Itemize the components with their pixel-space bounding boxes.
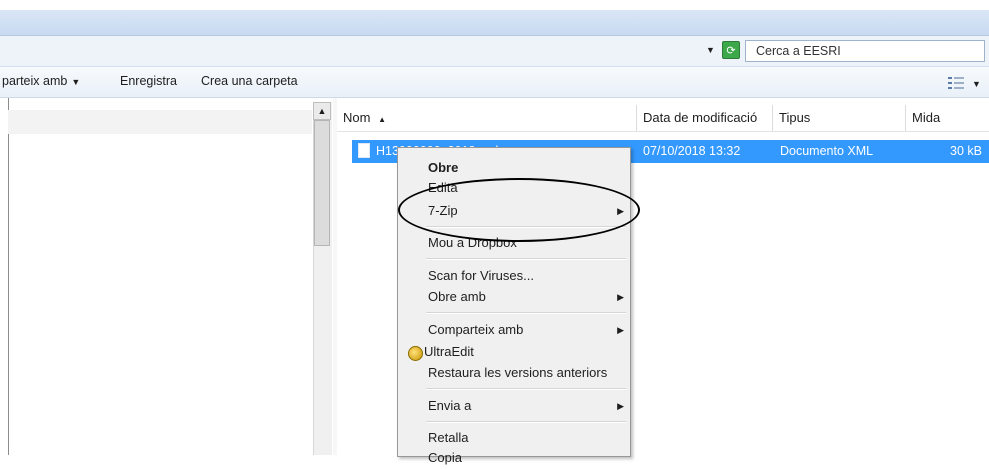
menu-item-restore-versions-label: Restaura les versions anteriors: [428, 365, 608, 380]
navigation-pane[interactable]: [8, 98, 333, 455]
submenu-arrow-icon: ▶: [617, 325, 624, 335]
menu-separator: [426, 421, 626, 423]
navigation-pane-header: [8, 110, 312, 134]
search-placeholder: Cerca a EESRI: [756, 44, 841, 58]
share-with-button[interactable]: parteix amb ▼: [2, 74, 80, 88]
menu-item-open-with[interactable]: Obre amb ▶: [398, 286, 630, 308]
refresh-icon[interactable]: ⟳: [722, 41, 740, 59]
view-options-icon[interactable]: [948, 77, 964, 89]
file-modified: 07/10/2018 13:32: [643, 144, 741, 158]
menu-item-open[interactable]: Obre: [398, 157, 630, 179]
share-with-label: parteix amb: [2, 74, 68, 88]
pane-splitter[interactable]: [333, 98, 337, 455]
menu-item-scan-viruses[interactable]: Scan for Viruses...: [398, 265, 630, 287]
menu-item-open-with-label: Obre amb: [428, 289, 486, 304]
menu-item-copy-label: Copia: [428, 450, 462, 465]
highlight-ellipse: [398, 178, 640, 242]
save-button[interactable]: Enregistra: [120, 74, 177, 88]
menu-item-cut-label: Retalla: [428, 430, 469, 445]
view-chevron-down-icon[interactable]: ▼: [972, 79, 981, 89]
menu-item-send-to[interactable]: Envia a ▶: [398, 395, 630, 417]
column-header-row: Nom ▲ Data de modificació Tipus Mida: [337, 105, 989, 132]
column-header-name-label: Nom: [343, 110, 371, 125]
sort-ascending-icon: ▲: [378, 115, 386, 124]
scroll-up-arrow-icon[interactable]: ▲: [313, 102, 331, 120]
menu-item-scan-viruses-label: Scan for Viruses...: [428, 268, 534, 283]
menu-item-ultraedit-label: UltraEdit: [424, 344, 474, 359]
menu-separator: [426, 388, 626, 390]
menu-item-send-to-label: Envia a: [428, 398, 472, 413]
column-header-type[interactable]: Tipus: [773, 105, 906, 131]
submenu-arrow-icon: ▶: [617, 401, 624, 411]
address-dropdown-arrow[interactable]: ▼: [706, 45, 715, 55]
column-header-modified[interactable]: Data de modificació: [637, 105, 773, 131]
search-input[interactable]: Cerca a EESRI: [745, 40, 985, 62]
menu-separator: [426, 258, 626, 260]
menu-item-copy[interactable]: Copia: [398, 447, 630, 469]
ultraedit-icon: [408, 346, 423, 361]
chevron-down-icon: ▼: [71, 77, 81, 87]
menu-item-share-with[interactable]: Comparteix amb ▶: [398, 319, 630, 341]
menu-item-cut[interactable]: Retalla: [398, 427, 630, 449]
file-type: Documento XML: [780, 144, 874, 158]
menu-item-open-label: Obre: [428, 160, 459, 175]
xml-file-icon: [358, 143, 370, 158]
file-size: 30 kB: [950, 144, 982, 158]
scrollbar-thumb[interactable]: [314, 120, 330, 246]
column-header-size[interactable]: Mida: [906, 105, 989, 131]
menu-item-restore-versions[interactable]: Restaura les versions anteriors: [398, 362, 630, 384]
menu-item-share-with-label: Comparteix amb: [428, 322, 524, 337]
column-header-name[interactable]: Nom ▲: [337, 105, 637, 131]
new-folder-button[interactable]: Crea una carpeta: [201, 74, 298, 88]
submenu-arrow-icon: ▶: [617, 292, 624, 302]
window-title-bar: [0, 10, 989, 36]
menu-separator: [426, 312, 626, 314]
menu-item-ultraedit[interactable]: UltraEdit: [398, 341, 630, 363]
